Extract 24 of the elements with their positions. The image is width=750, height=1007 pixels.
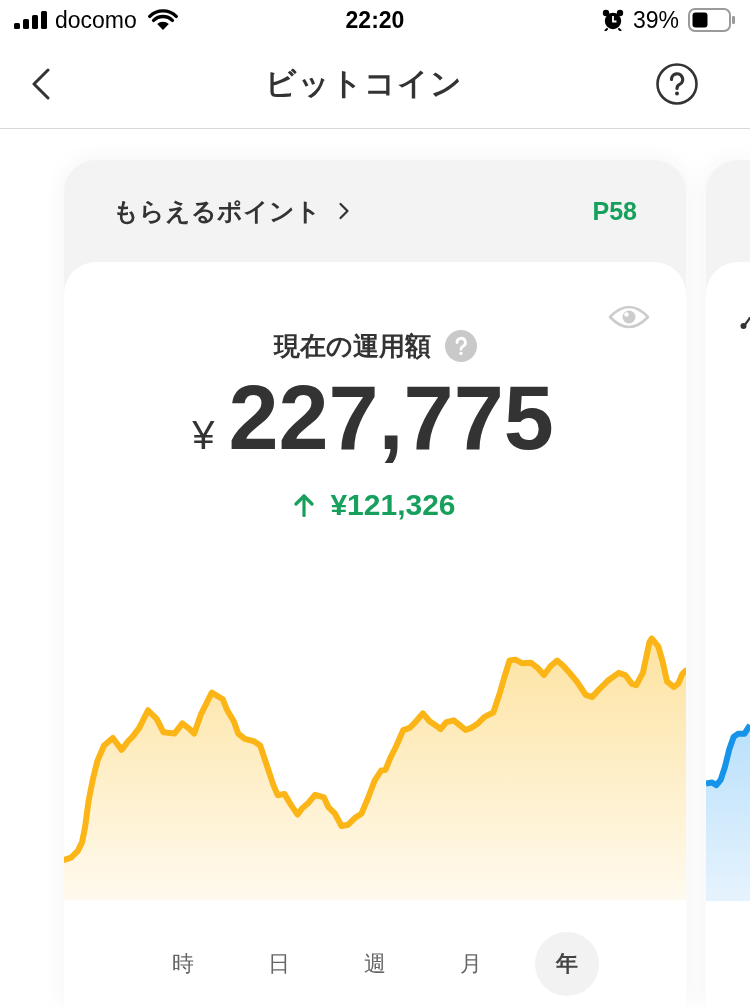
chevron-right-icon [338,202,350,220]
carrier-name: docomo [55,6,137,34]
period-tab[interactable]: 週 [343,932,407,996]
period-tab[interactable]: 月 [439,932,503,996]
points-value: P58 [592,196,637,226]
clock-time: 22:20 [345,6,405,34]
points-link[interactable]: もらえるポイント [113,194,350,228]
page-title: ビットコイン [265,65,463,103]
alarm-clock-icon [601,9,624,31]
period-tab[interactable]: 日 [247,932,311,996]
up-arrow-icon [294,493,315,517]
battery-icon [688,8,736,32]
currency-sign: ¥ [192,415,215,455]
change-amount: ¥121,326 [330,488,456,522]
signal-icon [14,11,48,29]
back-icon[interactable] [30,68,52,100]
wifi-icon [147,9,178,31]
balance-label: 現在の運用額 [273,329,431,363]
balance-amount: 227,775 [228,373,554,463]
help-icon[interactable] [656,63,698,105]
cut-off-icon [740,315,750,329]
period-tab[interactable]: 年 [535,932,599,996]
battery-percent: 39% [632,6,679,34]
period-tab[interactable]: 時 [151,932,215,996]
